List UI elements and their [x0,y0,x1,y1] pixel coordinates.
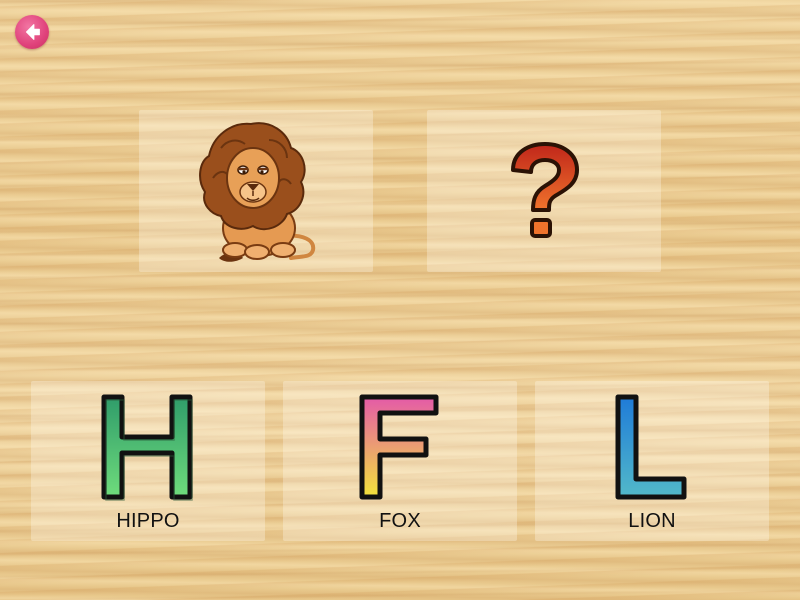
choice-card-fox[interactable]: FOX [283,381,517,541]
lion-icon [199,122,316,262]
left-arrow-icon [25,24,40,40]
back-button[interactable] [15,15,49,49]
letter-f-icon [359,394,439,500]
choice-card-hippo[interactable]: HIPPO [31,381,265,541]
choice-word-hippo: HIPPO [116,510,180,532]
prompt-image-panel [139,110,373,272]
question-mark-icon [511,142,579,238]
letter-h-icon [101,394,193,501]
choice-card-lion[interactable]: LION [535,381,769,541]
letter-l-icon [615,394,687,500]
choice-word-lion: LION [628,510,676,532]
choice-word-fox: FOX [379,510,421,532]
mystery-panel [427,110,661,272]
